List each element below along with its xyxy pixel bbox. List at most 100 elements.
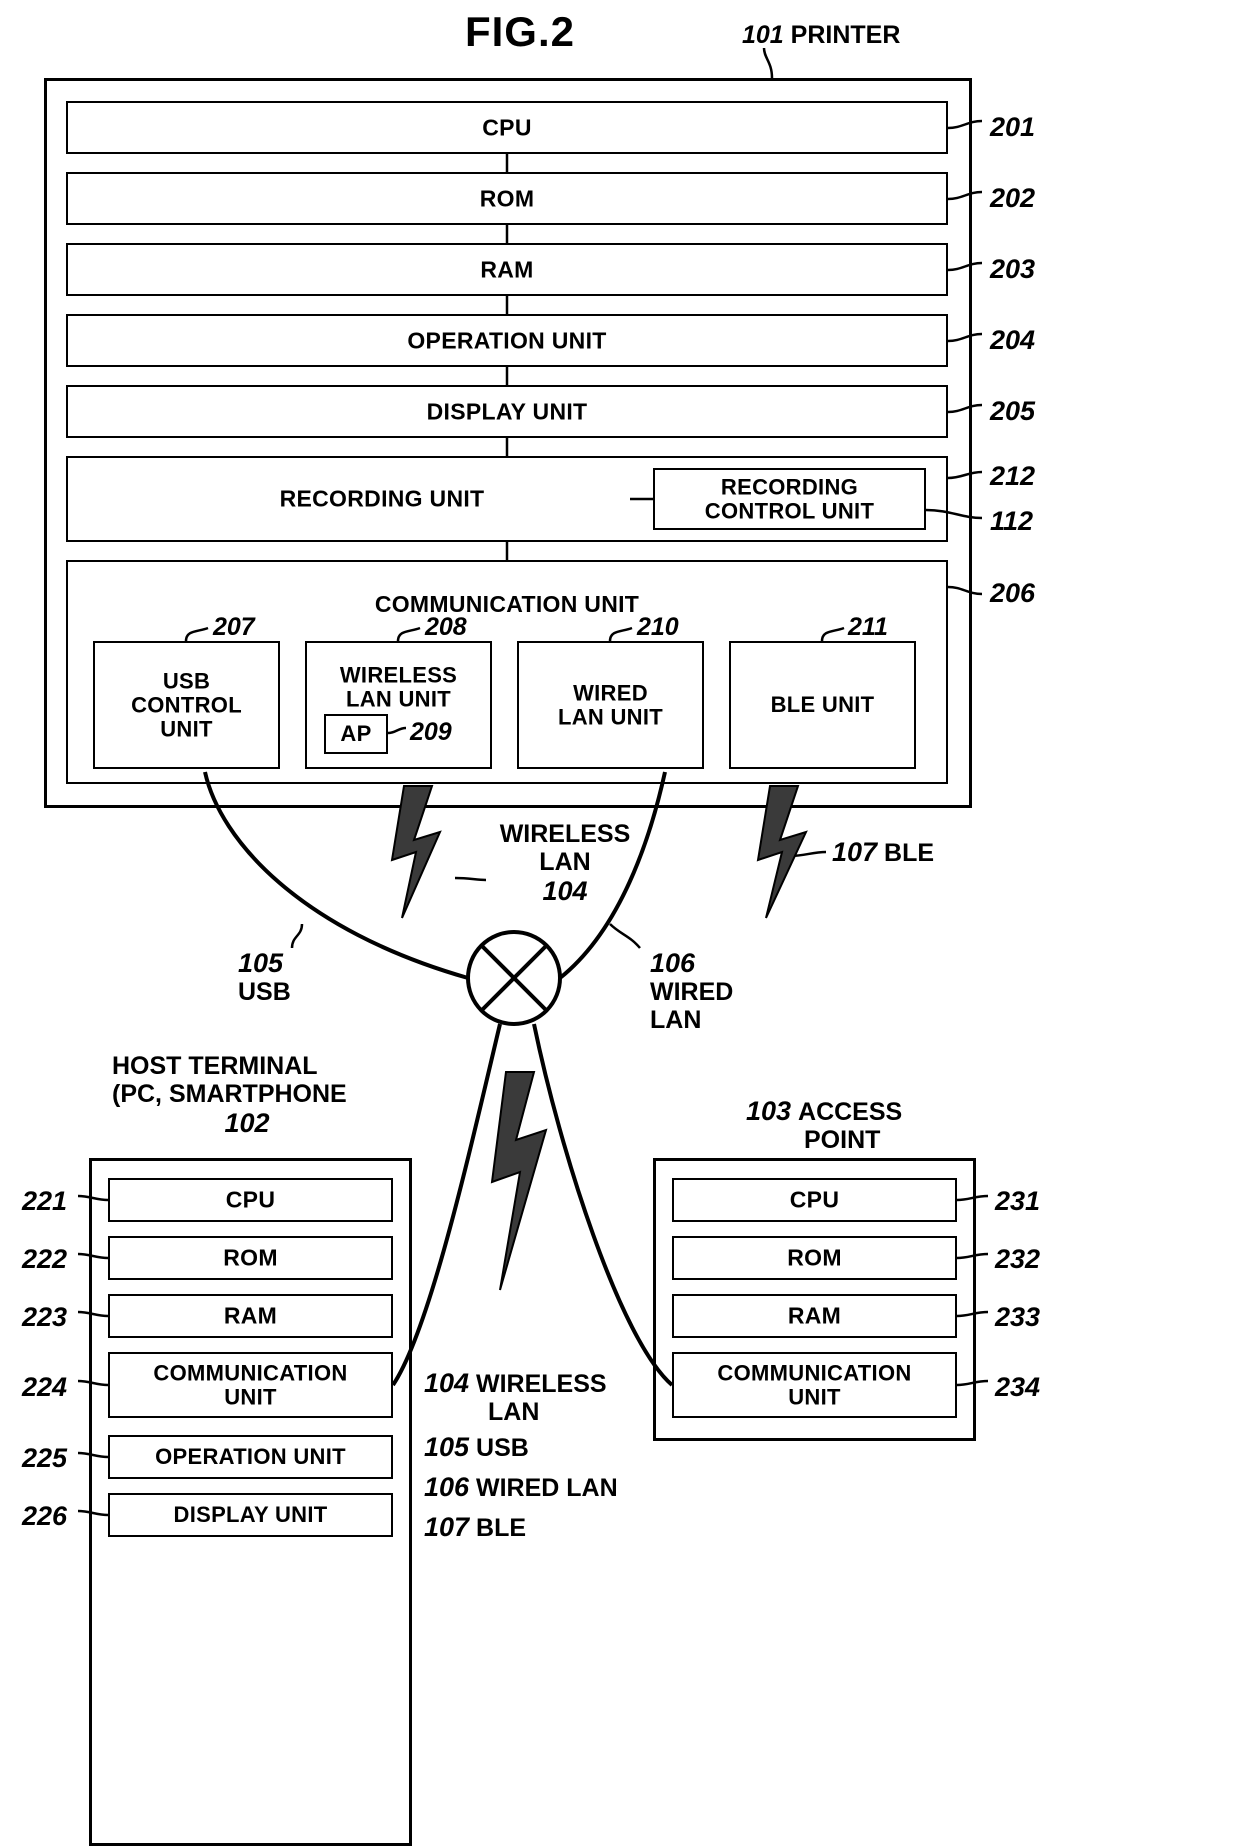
usb-line3: UNIT [160, 715, 213, 741]
leader-107 [789, 850, 827, 858]
ref-209: 209 [410, 718, 452, 746]
printer-unit-operation-label: OPERATION UNIT [407, 327, 607, 354]
ap-unit-cpu-label: CPU [789, 1186, 840, 1213]
access-point-title: 103 ACCESS POINT [746, 1096, 902, 1154]
wired-lan-link-label: 106 WIRED LAN [650, 948, 733, 1034]
wireless-lan-link-ref: 104 [542, 876, 588, 906]
legend-104-b: LAN [488, 1398, 540, 1427]
ref-231: 231 [995, 1186, 1041, 1216]
ap-unit-communication-label: COMMUNICATION UNIT [674, 1361, 955, 1409]
legend-104-ref: 104 [424, 1368, 470, 1398]
legend-ble: 107 BLE [424, 1512, 526, 1542]
host-unit-operation-label: OPERATION UNIT [155, 1444, 346, 1470]
host-terminal-title: HOST TERMINAL (PC, SMARTPHONE 102 [112, 1052, 382, 1138]
ap-title-line2: POINT [804, 1126, 881, 1155]
legend-104-a: WIRELESS [476, 1370, 607, 1398]
wired-lan-link-ref: 106 [650, 948, 696, 978]
ref-201: 201 [990, 112, 1036, 142]
ref-224: 224 [22, 1372, 68, 1402]
wireless-lan-bolt-lower-icon [490, 1071, 548, 1291]
recording-control-unit-box[interactable]: RECORDING CONTROL UNIT [653, 468, 926, 530]
printer-unit-display-label: DISPLAY UNIT [426, 398, 588, 425]
ref-207: 207 [213, 613, 255, 641]
usb-link-text: USB [238, 978, 291, 1007]
host-title-line1: HOST TERMINAL [112, 1052, 318, 1080]
ref-222: 222 [22, 1244, 68, 1274]
host-unit-cpu-label: CPU [225, 1186, 276, 1213]
printer-unit-ram-label: RAM [480, 256, 534, 283]
host-unit-display-label: DISPLAY UNIT [173, 1502, 328, 1528]
legend-105-text: USB [476, 1434, 529, 1462]
wired-lan-unit-box[interactable]: WIRED LAN UNIT [517, 641, 704, 769]
host-unit-operation[interactable]: OPERATION UNIT [108, 1435, 393, 1479]
host-ref: 102 [224, 1108, 270, 1138]
ref-221: 221 [22, 1186, 68, 1216]
host-unit-ram[interactable]: RAM [108, 1294, 393, 1338]
ref-226: 226 [22, 1501, 68, 1531]
ap-label: AP [340, 721, 372, 747]
legend-usb: 105 USB [424, 1432, 529, 1462]
ap-unit-ram[interactable]: RAM [672, 1294, 957, 1338]
hub-to-ap-curve [532, 1023, 674, 1387]
ap-title-line1: ACCESS [798, 1098, 903, 1126]
wireless-line2: LAN UNIT [345, 686, 452, 711]
wireless-line1: WIRELESS [339, 662, 458, 688]
host-unit-display[interactable]: DISPLAY UNIT [108, 1493, 393, 1537]
recording-control-line2: CONTROL UNIT [704, 498, 875, 523]
host-unit-cpu[interactable]: CPU [108, 1178, 393, 1222]
ble-unit-box[interactable]: BLE UNIT [729, 641, 916, 769]
legend-107-text: BLE [476, 1514, 527, 1542]
ref-210: 210 [637, 613, 679, 641]
wireless-lan-unit-label: WIRELESS LAN UNIT [307, 663, 490, 711]
ref-203: 203 [990, 254, 1036, 284]
leader-106 [609, 923, 641, 949]
wired-line1: WIRED [573, 680, 648, 706]
connection-hub [466, 930, 562, 1026]
usb-control-unit-box[interactable]: USB CONTROL UNIT [93, 641, 280, 769]
ap-box[interactable]: AP [324, 714, 388, 754]
hub-circle [466, 930, 562, 1026]
usb-control-unit-label: USB CONTROL UNIT [95, 669, 278, 740]
legend-105-ref: 105 [424, 1432, 470, 1462]
host-title-line2: (PC, SMARTPHONE [112, 1080, 347, 1108]
ap-comm-line1: COMMUNICATION [717, 1360, 912, 1386]
host-unit-communication[interactable]: COMMUNICATION UNIT [108, 1352, 393, 1418]
wired-lan-link-line1: WIRED [650, 978, 734, 1007]
ref-206: 206 [990, 578, 1036, 608]
ble-link-label: 107 BLE [832, 837, 935, 868]
printer-unit-communication-label: COMMUNICATION UNIT [374, 591, 640, 617]
wireless-lan-link-line1: WIRELESS [499, 820, 631, 848]
ble-unit-label: BLE UNIT [770, 692, 875, 718]
printer-unit-cpu[interactable]: CPU [66, 101, 948, 154]
ref-232: 232 [995, 1244, 1041, 1274]
ref-233: 233 [995, 1302, 1041, 1332]
ap-comm-line2: UNIT [788, 1384, 841, 1409]
ref-211: 211 [848, 613, 888, 641]
wired-lan-link-line2: LAN [650, 1006, 702, 1035]
hub-cross [479, 943, 549, 1013]
printer-unit-ram[interactable]: RAM [66, 243, 948, 296]
host-comm-line1: COMMUNICATION [153, 1360, 348, 1386]
ref-212: 212 [990, 461, 1036, 491]
legend-106-ref: 106 [424, 1472, 470, 1502]
legend-wired-lan: 106 WIRED LAN [424, 1472, 618, 1502]
access-point-ref: 103 [746, 1096, 792, 1126]
printer-unit-display[interactable]: DISPLAY UNIT [66, 385, 948, 438]
ref-204: 204 [990, 325, 1036, 355]
host-unit-ram-label: RAM [223, 1302, 278, 1329]
ref-223: 223 [22, 1302, 68, 1332]
ref-202: 202 [990, 183, 1036, 213]
ap-unit-ram-label: RAM [787, 1302, 842, 1329]
host-unit-rom[interactable]: ROM [108, 1236, 393, 1280]
printer-ref-number: 101 [742, 21, 784, 49]
printer-unit-rom[interactable]: ROM [66, 172, 948, 225]
printer-unit-operation[interactable]: OPERATION UNIT [66, 314, 948, 367]
ap-unit-communication[interactable]: COMMUNICATION UNIT [672, 1352, 957, 1418]
ble-link-text: BLE [884, 839, 935, 867]
ref-208: 208 [425, 613, 467, 641]
ap-unit-cpu[interactable]: CPU [672, 1178, 957, 1222]
legend-106-text: WIRED LAN [476, 1474, 618, 1502]
host-unit-rom-label: ROM [223, 1244, 278, 1271]
ap-unit-rom[interactable]: ROM [672, 1236, 957, 1280]
ref-234: 234 [995, 1372, 1041, 1402]
